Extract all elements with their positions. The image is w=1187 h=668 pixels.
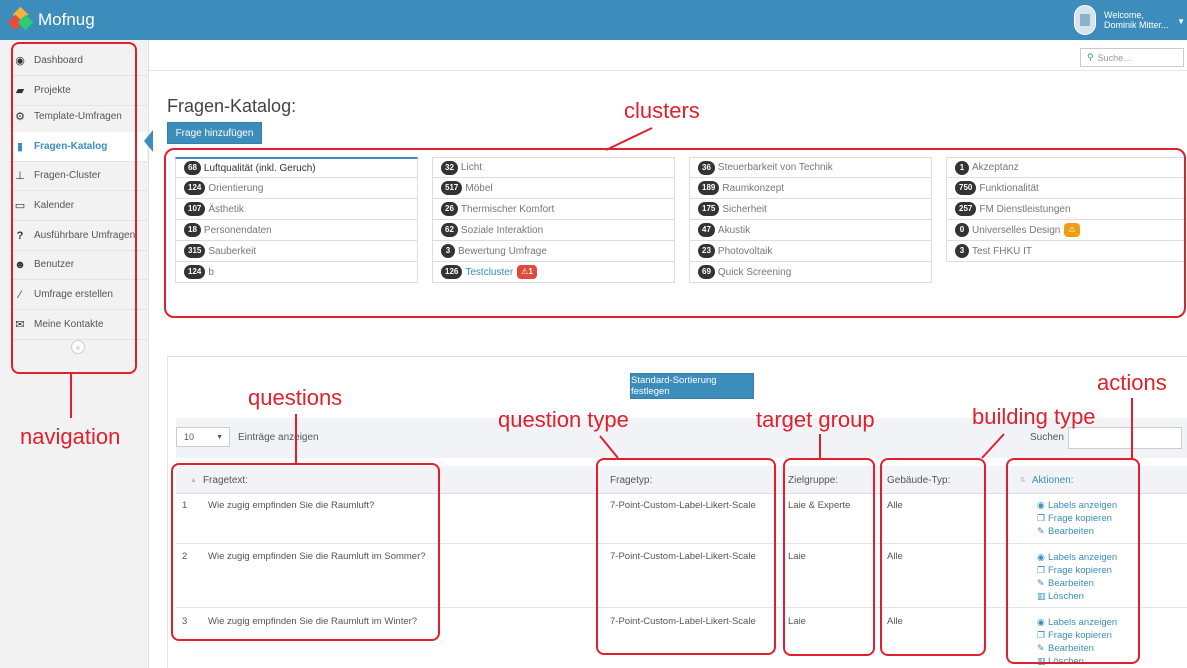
annotation-questions-label: questions — [248, 385, 343, 410]
annotation-building-type-connector — [981, 433, 1005, 459]
annotation-connector — [1131, 398, 1133, 458]
annotation-clusters-box — [164, 148, 1186, 318]
user-name: Dominik Mitter... — [1104, 20, 1169, 30]
entries-length-label: Einträge anzeigen — [238, 432, 319, 443]
annotation-actions-box — [1006, 458, 1140, 664]
annotation-target-group-box — [783, 458, 875, 656]
page-title: Fragen-Katalog: — [167, 96, 297, 116]
global-search-input[interactable]: ⚲ Suche... — [1080, 48, 1184, 67]
user-menu[interactable]: Welcome, Dominik Mitter... ▼ — [1074, 3, 1187, 37]
caret-down-icon: ▼ — [1177, 17, 1185, 26]
annotation-question-type-box — [596, 458, 776, 655]
annotation-connector — [295, 414, 297, 463]
table-search-label: Suchen — [1030, 432, 1064, 443]
annotation-connector — [819, 434, 821, 458]
entries-length-select[interactable]: 10 ▼ — [176, 427, 230, 447]
annotation-navigation-label: navigation — [20, 424, 121, 449]
caret-down-icon: ▼ — [216, 433, 223, 441]
active-indicator — [144, 130, 153, 152]
entries-length-value: 10 — [184, 432, 195, 442]
app-logo[interactable]: Mofnug — [7, 6, 95, 34]
annotation-building-type-box — [880, 458, 986, 656]
add-question-button[interactable]: Frage hinzufügen — [167, 122, 262, 144]
search-placeholder: Suche... — [1097, 52, 1131, 63]
table-search-input[interactable] — [1068, 427, 1182, 449]
annotation-clusters-label: clusters — [624, 98, 700, 123]
annotation-connector — [70, 374, 72, 418]
avatar — [1074, 5, 1096, 35]
annotation-question-type-label: question type — [498, 407, 629, 432]
annotation-navigation-box — [11, 42, 137, 374]
standard-sort-button[interactable]: Standard-Sortierung festlegen — [630, 373, 754, 399]
logo-icon — [7, 6, 34, 31]
annotation-building-type-label: building type — [972, 404, 1096, 429]
welcome-label: Welcome, — [1104, 10, 1144, 20]
annotation-actions-label: actions — [1097, 370, 1167, 395]
top-bar: Mofnug Welcome, Dominik Mitter... ▼ — [0, 0, 1187, 40]
app-name: Mofnug — [38, 10, 95, 29]
annotation-target-group-label: target group — [756, 407, 875, 432]
annotation-clusters-connector — [605, 127, 653, 151]
annotation-questions-box — [171, 463, 440, 641]
search-icon: ⚲ — [1087, 52, 1094, 62]
divider — [149, 70, 1187, 71]
annotation-question-type-connector — [599, 435, 619, 459]
